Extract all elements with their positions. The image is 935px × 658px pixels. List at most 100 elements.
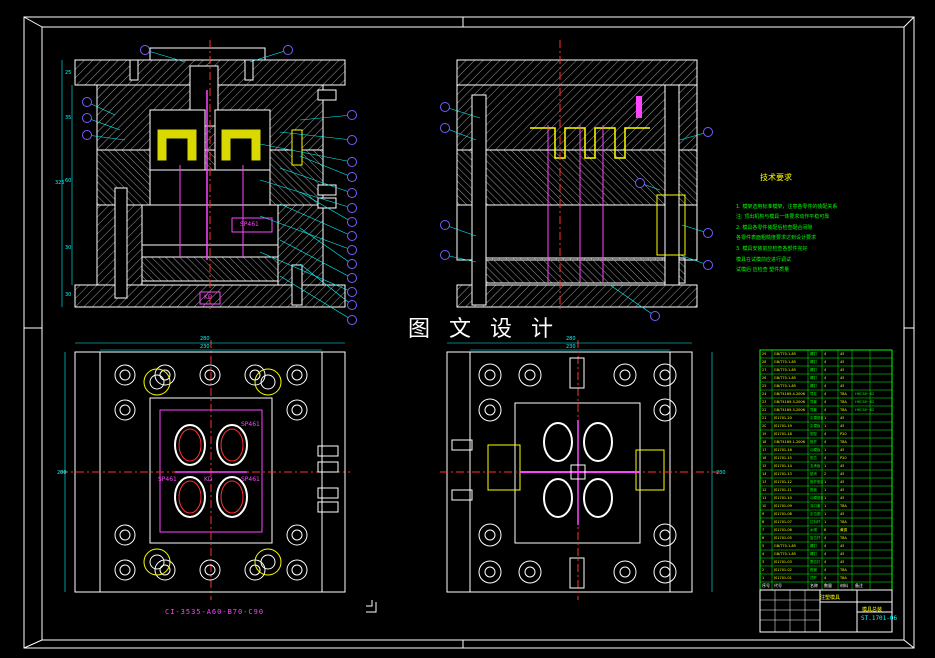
- bom-cell: JS1701-08: [774, 512, 792, 516]
- guide-pillar-core: [260, 374, 276, 390]
- dim-section-d: 30: [65, 245, 72, 251]
- bom-cell: 7: [762, 528, 765, 532]
- bolt-hole-inner: [291, 404, 303, 416]
- bolt-hole: [199, 364, 221, 386]
- side-top-plate: [456, 59, 698, 86]
- bom-cell: 螺钉: [810, 384, 817, 388]
- mold-base-code: CI-3535-A60-B70-C90: [165, 608, 265, 616]
- bolt-hole-inner: [659, 369, 671, 381]
- guide-pillar-hole: [143, 368, 171, 396]
- bom-cell: JS1701-20: [774, 416, 792, 420]
- part-balloon: [347, 188, 357, 198]
- bom-cell: JS1701-13: [774, 472, 792, 476]
- guide-pillar-hole: [254, 368, 282, 396]
- bom-cell: 45: [840, 552, 845, 556]
- bolt-hole: [478, 560, 502, 584]
- bolt-hole: [114, 559, 136, 581]
- bolt-hole-inner: [484, 369, 496, 381]
- bom-cell: 26: [762, 376, 767, 380]
- bom-cell: 4: [824, 552, 827, 556]
- bom-cell: 螺钉: [810, 352, 817, 356]
- bom-cell: 1: [824, 480, 827, 484]
- bom-cell: 45: [840, 472, 845, 476]
- bom-cell: 4: [824, 576, 827, 580]
- bom-cell: 1: [824, 464, 827, 468]
- bom-cell: 1: [824, 488, 827, 492]
- bom-cell: T8A: [840, 440, 847, 444]
- bom-cell: 45: [840, 464, 845, 468]
- bom-cell: T8A: [840, 408, 847, 412]
- dim-section-e: 30: [65, 292, 72, 298]
- bolt-hole-inner: [484, 529, 496, 541]
- bom-cell: 4: [824, 440, 827, 444]
- bom-cell: 4: [824, 456, 827, 460]
- bolt-hole-inner: [484, 404, 496, 416]
- part-balloon: [650, 311, 660, 321]
- bom-cell: 推杆固定板: [810, 480, 823, 484]
- bolt-hole: [653, 363, 677, 387]
- bolt-hole: [286, 559, 308, 581]
- side-guide-left: [471, 94, 487, 306]
- bom-cell: 动模板: [810, 448, 821, 452]
- corner-bracket-mark: [366, 600, 377, 613]
- plan-left-fitting-b: [317, 461, 339, 473]
- bom-cell: GB/T70.1-85: [774, 368, 796, 372]
- bom-cell: T8A: [840, 568, 847, 572]
- bom-cell: 动模座板: [810, 496, 823, 500]
- bom-cell: HRC58~62: [855, 392, 875, 396]
- bom-cell: T8A: [840, 536, 847, 540]
- bom-cell: 浇口套: [810, 504, 821, 508]
- bom-cell: 5: [762, 544, 765, 548]
- bom-cell: JS1701-19: [774, 424, 792, 428]
- bom-cell: 14: [762, 472, 767, 476]
- bom-cell: 4: [824, 544, 827, 548]
- part-balloon: [347, 203, 357, 213]
- bom-cell: 18: [762, 440, 767, 444]
- bolt-hole: [286, 399, 308, 421]
- bom-cell: 螺钉: [810, 544, 817, 548]
- bom-cell: JS1701-14: [774, 464, 792, 468]
- bom-cell: GB/T70.1-85: [774, 360, 796, 364]
- bom-cell: JS1701-16: [774, 448, 792, 452]
- tech-req-line-5: 3. 模具安装前应检查各部件完好: [736, 246, 808, 252]
- bolt-hole-inner: [204, 564, 216, 576]
- title-block-grid: [760, 590, 820, 632]
- bom-cell: GB/T4169.1-2006: [774, 440, 805, 444]
- fixed-half-plan-view: [60, 340, 350, 600]
- bom-cell: 45: [840, 496, 845, 500]
- bom-cell: 45: [840, 512, 845, 516]
- bom-cell: 45: [840, 368, 845, 372]
- dim-plan-left-outer: 280: [200, 336, 210, 342]
- bolt-hole-inner: [119, 529, 131, 541]
- bom-cell: 45: [840, 488, 845, 492]
- bom-cell: JS1701-01: [774, 576, 792, 580]
- bom-cell: GB/T4169.4-2006: [774, 392, 805, 396]
- bom-cell: T8A: [840, 400, 847, 404]
- bom-cell: 45: [840, 384, 845, 388]
- bolt-hole: [613, 363, 637, 387]
- bom-cell: 29: [762, 352, 767, 356]
- part-balloon: [82, 113, 92, 123]
- bom-cell: 1: [824, 520, 827, 524]
- bom-cell: 25: [762, 384, 767, 388]
- part-balloon: [703, 228, 713, 238]
- bom-cell: 拉料杆: [810, 520, 821, 524]
- guide-pillar-hole: [254, 548, 282, 576]
- plan-right-fitting-b: [451, 489, 473, 501]
- bolt-hole: [199, 559, 221, 581]
- bolt-hole-inner: [119, 369, 131, 381]
- return-pin-right: [291, 264, 303, 306]
- bom-cell: JS1701-03: [774, 560, 792, 564]
- guide-pillar-hole: [143, 548, 171, 576]
- bom-cell: 螺钉: [810, 552, 817, 556]
- bom-cell: 限位钉: [810, 560, 821, 564]
- title-block-name: 注塑模具: [820, 595, 841, 601]
- bolt-hole: [653, 523, 677, 547]
- part-balloon: [347, 245, 357, 255]
- bom-cell: JS1701-07: [774, 520, 792, 524]
- tech-req-line-1: 1. 模架选用标准模架，注意各零件的装配关系: [736, 204, 838, 210]
- bom-cell: 9: [762, 512, 765, 516]
- plan-left-fitting-d: [317, 501, 339, 513]
- side-ejector-space: [456, 204, 698, 261]
- guide-pillar-core: [149, 374, 165, 390]
